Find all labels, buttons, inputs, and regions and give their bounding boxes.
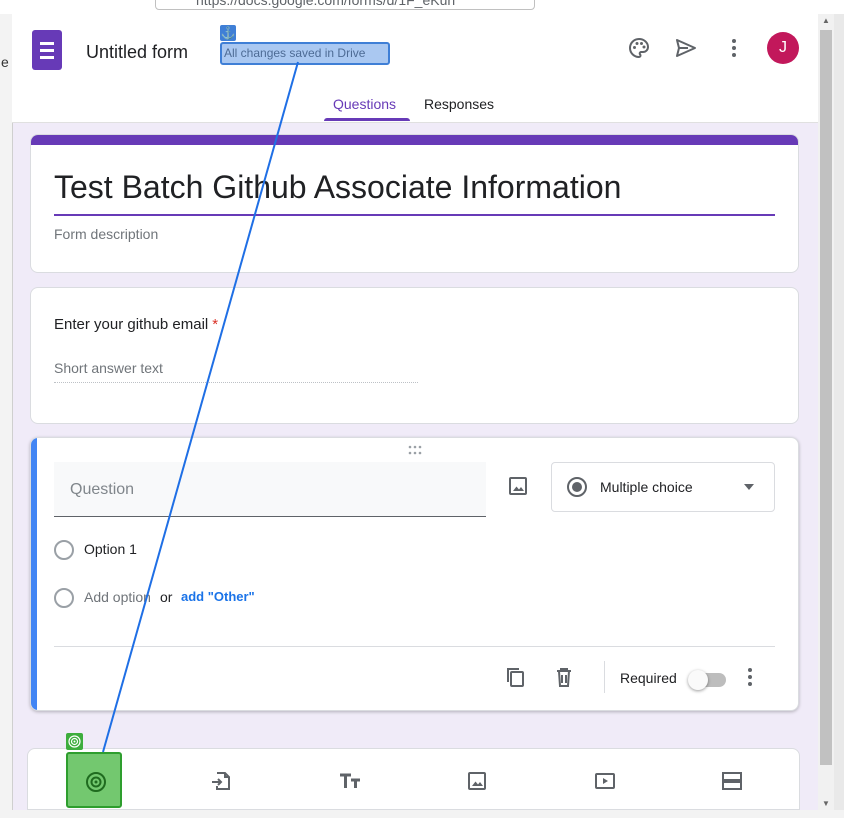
scrollbar-thumb[interactable] xyxy=(820,30,832,765)
palette-icon[interactable] xyxy=(627,36,651,60)
avatar[interactable]: J xyxy=(767,32,799,64)
form-title-card: Test Batch Github Associate Information … xyxy=(30,134,799,273)
radio-button-icon xyxy=(567,477,587,497)
left-window-edge: e xyxy=(0,14,13,818)
add-video-icon[interactable] xyxy=(593,769,617,793)
active-card-indicator xyxy=(31,438,37,710)
vertical-scrollbar[interactable]: ▲ ▼ xyxy=(818,14,834,810)
more-options-icon[interactable] xyxy=(738,665,762,689)
question-card-email[interactable]: Enter your github email * Short answer te… xyxy=(30,287,799,424)
add-question-button[interactable] xyxy=(66,752,122,808)
duplicate-icon[interactable] xyxy=(503,665,527,689)
tab-questions[interactable]: Questions xyxy=(333,96,396,112)
question-title-input[interactable]: Question xyxy=(54,462,486,517)
send-icon[interactable] xyxy=(674,36,698,60)
add-section-icon[interactable] xyxy=(720,769,744,793)
required-label: Required xyxy=(620,670,677,686)
anchor-icon: ⚓ xyxy=(220,25,236,41)
scroll-up-arrow-icon[interactable]: ▲ xyxy=(822,16,830,25)
option-1-label[interactable]: Option 1 xyxy=(84,541,137,557)
required-asterisk: * xyxy=(212,316,219,333)
active-tab-indicator xyxy=(324,118,410,121)
target-marker-tag xyxy=(66,733,83,750)
add-title-icon[interactable] xyxy=(338,769,362,793)
document-title[interactable]: Test Batch Github Associate Information xyxy=(54,169,621,206)
bottom-window-edge xyxy=(0,810,844,818)
delete-icon[interactable] xyxy=(552,665,576,689)
toggle-knob xyxy=(688,670,708,690)
add-other-link[interactable]: add "Other" xyxy=(181,589,255,604)
address-bar[interactable]: https://docs.google.com/forms/d/1F_eKuh xyxy=(155,0,535,10)
short-answer-field: Short answer text xyxy=(54,360,418,383)
save-status: All changes saved in Drive xyxy=(220,42,390,65)
import-questions-icon[interactable] xyxy=(209,769,233,793)
form-description-input[interactable]: Form description xyxy=(54,226,158,242)
add-option-button[interactable]: Add option xyxy=(84,589,151,605)
forms-logo-icon[interactable] xyxy=(32,30,62,70)
question-type-label: Multiple choice xyxy=(600,479,693,495)
target-small-icon xyxy=(68,735,81,748)
or-text: or xyxy=(160,589,173,605)
drag-handle-icon[interactable] xyxy=(407,445,423,455)
footer-separator xyxy=(604,661,605,693)
tab-responses[interactable]: Responses xyxy=(424,96,494,112)
form-title[interactable]: Untitled form xyxy=(86,42,188,63)
question-card-active[interactable]: Question Multiple choice Option 1 Add op… xyxy=(30,437,799,711)
question-label: Enter your github email * xyxy=(54,316,218,333)
title-underline xyxy=(54,214,775,216)
scroll-down-arrow-icon[interactable]: ▼ xyxy=(822,799,830,808)
right-window-edge xyxy=(834,14,844,818)
dropdown-arrow-icon xyxy=(744,484,754,490)
more-vert-icon[interactable] xyxy=(722,36,746,60)
left-edge-text: e xyxy=(1,54,9,70)
card-footer-divider xyxy=(54,646,775,647)
title-card-accent xyxy=(31,135,798,145)
option-radio-icon xyxy=(54,540,74,560)
add-option-radio-icon xyxy=(54,588,74,608)
question-label-text: Enter your github email xyxy=(54,316,209,333)
form-header: Untitled form ⚓ All changes saved in Dri… xyxy=(12,14,818,123)
add-question-icon xyxy=(86,772,106,792)
required-toggle[interactable] xyxy=(688,670,726,690)
question-type-select[interactable]: Multiple choice xyxy=(551,462,775,512)
browser-top-bar: https://docs.google.com/forms/d/1F_eKuh xyxy=(0,0,844,15)
add-item-toolbar xyxy=(27,748,800,810)
add-image-icon[interactable] xyxy=(465,769,489,793)
add-image-icon[interactable] xyxy=(506,474,530,498)
